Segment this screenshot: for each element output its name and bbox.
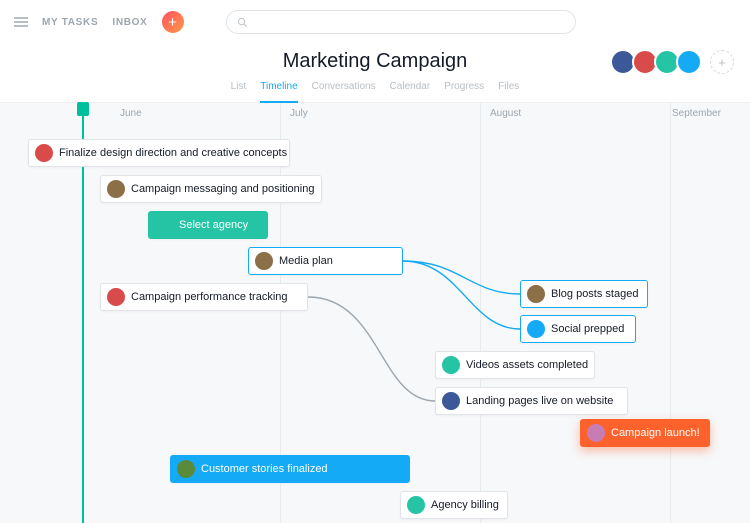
tab-timeline[interactable]: Timeline — [260, 81, 297, 103]
task-label: Campaign launch! — [611, 427, 700, 439]
task-label: Agency billing — [431, 499, 499, 511]
search-icon — [237, 17, 248, 28]
assignee-avatar — [177, 460, 195, 478]
assignee-avatar — [255, 252, 273, 270]
member-avatar[interactable] — [676, 49, 702, 75]
task-bar[interactable]: Social prepped — [520, 315, 636, 343]
nav-my-tasks[interactable]: MY TASKS — [42, 17, 98, 28]
assignee-avatar — [407, 496, 425, 514]
task-label: Social prepped — [551, 323, 624, 335]
task-bar[interactable]: Media plan — [248, 247, 403, 275]
task-bar[interactable]: Blog posts staged — [520, 280, 648, 308]
project-members: + — [618, 49, 734, 75]
task-bar[interactable]: Videos assets completed — [435, 351, 595, 379]
task-label: Customer stories finalized — [201, 463, 328, 475]
menu-icon[interactable] — [14, 17, 28, 27]
assignee-avatar — [107, 288, 125, 306]
assignee-avatar — [587, 424, 605, 442]
assignee-avatar — [527, 320, 545, 338]
task-label: Landing pages live on website — [466, 395, 613, 407]
task-bar[interactable]: Finalize design direction and creative c… — [28, 139, 290, 167]
assignee-avatar — [155, 216, 173, 234]
task-label: Finalize design direction and creative c… — [59, 147, 287, 159]
add-button[interactable]: + — [162, 11, 184, 33]
task-bar[interactable]: Customer stories finalized — [170, 455, 410, 483]
task-label: Select agency — [179, 219, 248, 231]
assignee-avatar — [35, 144, 53, 162]
timeline-view[interactable]: JuneJulyAugustSeptember Finalize design … — [0, 103, 750, 523]
task-bar[interactable]: Landing pages live on website — [435, 387, 628, 415]
assignee-avatar — [527, 285, 545, 303]
assignee-avatar — [442, 356, 460, 374]
task-label: Campaign messaging and positioning — [131, 183, 314, 195]
tab-list[interactable]: List — [231, 81, 247, 96]
task-bar[interactable]: Campaign performance tracking — [100, 283, 308, 311]
tab-conversations[interactable]: Conversations — [312, 81, 376, 96]
task-bar[interactable]: Campaign messaging and positioning — [100, 175, 322, 203]
task-label: Videos assets completed — [466, 359, 588, 371]
task-bar[interactable]: Select agency — [148, 211, 268, 239]
tab-progress[interactable]: Progress — [444, 81, 484, 96]
tab-files[interactable]: Files — [498, 81, 519, 96]
search-input[interactable] — [226, 10, 576, 34]
tab-bar: List Timeline Conversations Calendar Progres… — [0, 81, 750, 103]
tab-calendar[interactable]: Calendar — [390, 81, 431, 96]
task-bar[interactable]: Campaign launch! — [580, 419, 710, 447]
add-member-button[interactable]: + — [710, 50, 734, 74]
assignee-avatar — [107, 180, 125, 198]
assignee-avatar — [442, 392, 460, 410]
task-label: Blog posts staged — [551, 288, 638, 300]
task-label: Media plan — [279, 255, 333, 267]
task-label: Campaign performance tracking — [131, 291, 288, 303]
nav-inbox[interactable]: INBOX — [112, 17, 147, 28]
